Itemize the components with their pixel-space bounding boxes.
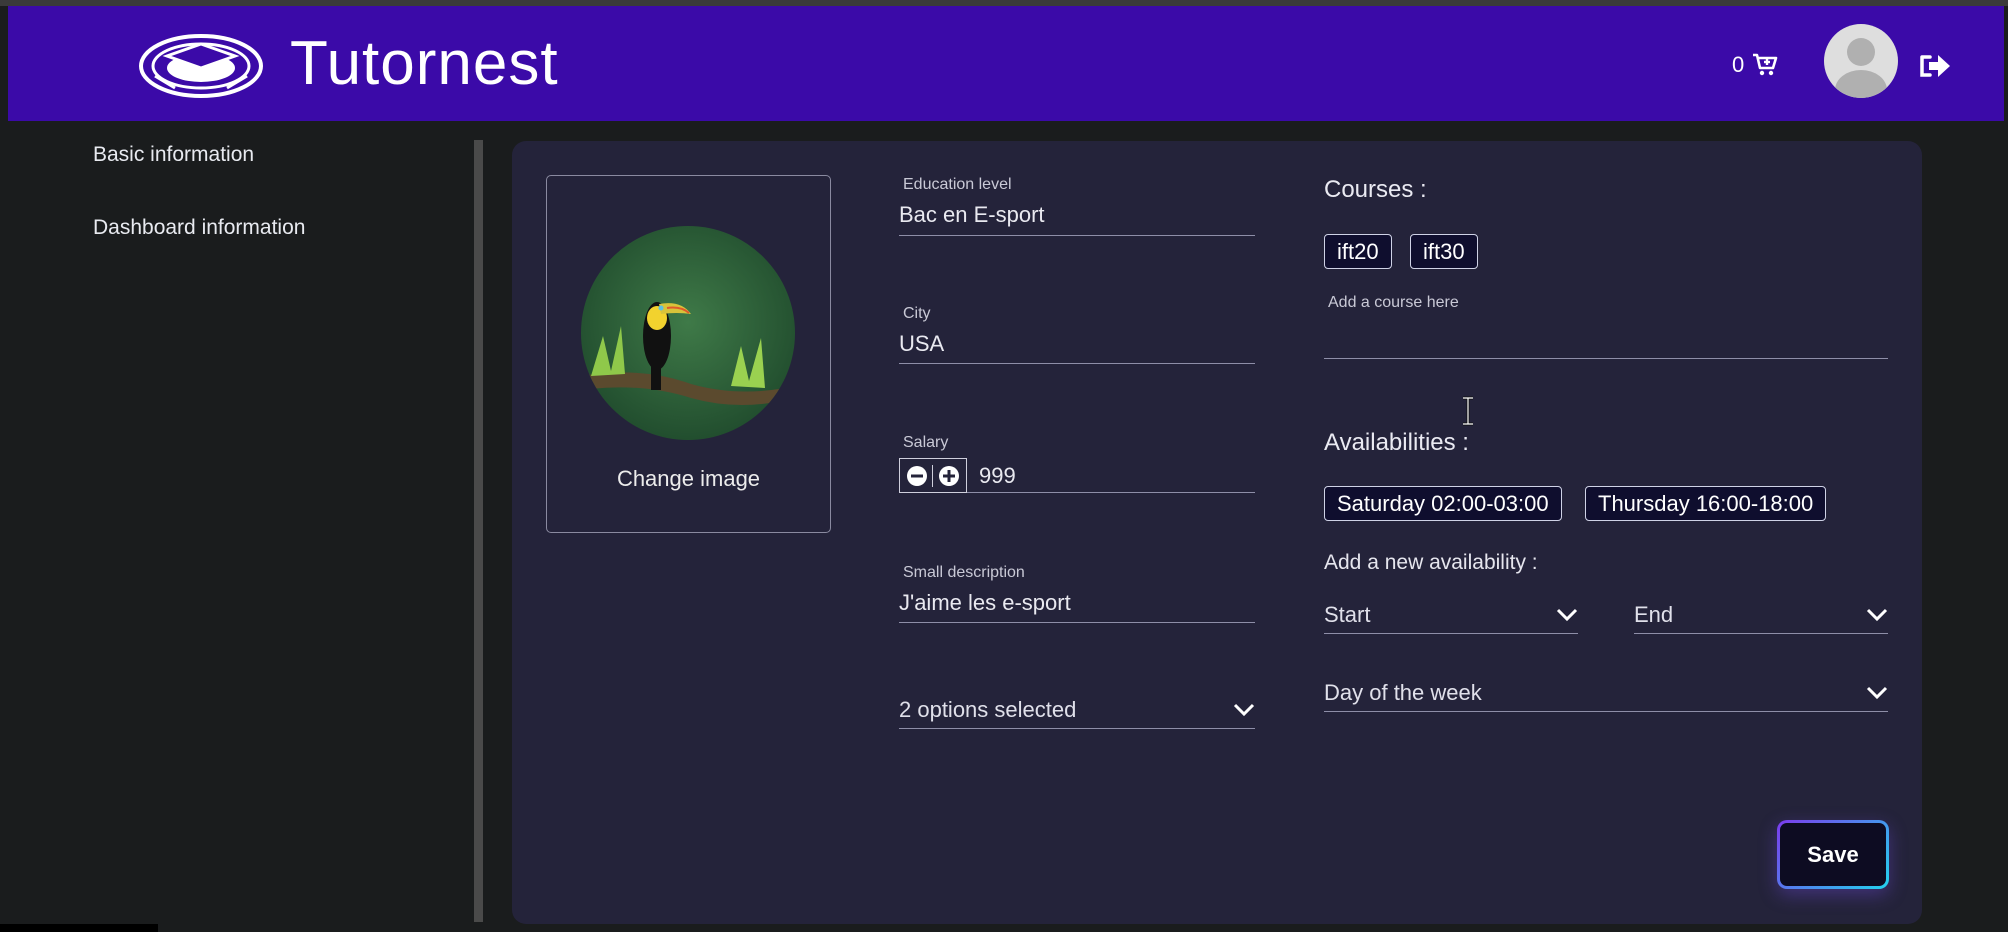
save-button[interactable]: Save bbox=[1777, 820, 1889, 889]
plus-circle-icon[interactable] bbox=[938, 465, 960, 487]
education-level-value: Bac en E-sport bbox=[899, 202, 1045, 227]
small-description-field[interactable]: Small description J'aime les e-sport bbox=[899, 564, 1255, 623]
end-time-label: End bbox=[1634, 601, 1674, 627]
sidebar-item-basic-information[interactable]: Basic information bbox=[93, 143, 254, 167]
stepper-divider bbox=[932, 464, 934, 487]
add-availability-title: Add a new availability : bbox=[1324, 551, 1538, 574]
change-image-link[interactable]: Change image bbox=[547, 466, 830, 492]
user-avatar[interactable] bbox=[1824, 24, 1898, 98]
chevron-down-icon bbox=[1866, 608, 1888, 621]
chevron-down-icon bbox=[1556, 608, 1578, 621]
logout-icon[interactable] bbox=[1918, 53, 1952, 79]
city-label: City bbox=[903, 305, 931, 322]
user-silhouette-icon bbox=[1835, 38, 1887, 98]
options-multiselect[interactable]: 2 options selected bbox=[899, 691, 1255, 729]
education-level-field[interactable]: Education level Bac en E-sport bbox=[899, 176, 1255, 236]
city-value: USA bbox=[899, 331, 945, 356]
logo-icon[interactable] bbox=[135, 26, 275, 106]
cart-button[interactable]: 0 bbox=[1732, 52, 1778, 78]
chevron-down-icon bbox=[1233, 703, 1255, 716]
salary-label: Salary bbox=[903, 434, 949, 451]
availability-chip[interactable]: Saturday 02:00-03:00 bbox=[1324, 486, 1562, 521]
course-chip[interactable]: ift20 bbox=[1324, 234, 1392, 269]
education-level-label: Education level bbox=[903, 176, 1012, 193]
salary-value[interactable]: 999 bbox=[979, 463, 1016, 489]
courses-title: Courses : bbox=[1324, 176, 1427, 203]
small-description-label: Small description bbox=[903, 564, 1025, 581]
end-time-select[interactable]: End bbox=[1634, 596, 1888, 634]
bottom-edge bbox=[0, 924, 158, 932]
toucan-photo bbox=[581, 226, 795, 440]
profile-photo[interactable] bbox=[581, 226, 795, 440]
availability-chip[interactable]: Thursday 16:00-18:00 bbox=[1585, 486, 1827, 521]
start-time-select[interactable]: Start bbox=[1324, 596, 1578, 634]
sidebar: Basic information Dashboard information bbox=[8, 121, 484, 932]
add-course-placeholder: Add a course here bbox=[1328, 294, 1459, 311]
course-chip[interactable]: ift30 bbox=[1410, 234, 1478, 269]
salary-field[interactable]: Salary 999 bbox=[899, 434, 1255, 493]
sidebar-scrollbar[interactable] bbox=[474, 140, 483, 922]
minus-circle-icon[interactable] bbox=[906, 465, 928, 487]
salary-stepper: 999 bbox=[899, 458, 1255, 493]
options-multiselect-value: 2 options selected bbox=[899, 696, 1077, 722]
cart-icon bbox=[1753, 53, 1778, 76]
city-field[interactable]: City USA bbox=[899, 305, 1255, 364]
text-cursor-icon bbox=[1463, 396, 1473, 426]
availabilities-title: Availabilities : bbox=[1324, 429, 1469, 456]
profile-image-card: Change image bbox=[546, 175, 831, 533]
day-of-week-select[interactable]: Day of the week bbox=[1324, 674, 1888, 712]
add-course-input[interactable]: Add a course here bbox=[1324, 294, 1888, 359]
profile-form-panel: Change image Education level Bac en E-sp… bbox=[512, 141, 1922, 924]
sidebar-item-dashboard-information[interactable]: Dashboard information bbox=[93, 216, 305, 240]
brand-name[interactable]: Tutornest bbox=[290, 28, 559, 99]
start-time-label: Start bbox=[1324, 601, 1371, 627]
top-navbar: Tutornest 0 bbox=[8, 6, 2004, 121]
day-of-week-label: Day of the week bbox=[1324, 679, 1482, 705]
small-description-value: J'aime les e-sport bbox=[899, 590, 1071, 615]
cart-count: 0 bbox=[1732, 52, 1745, 77]
salary-stepper-buttons bbox=[899, 458, 967, 493]
chevron-down-icon bbox=[1866, 686, 1888, 699]
